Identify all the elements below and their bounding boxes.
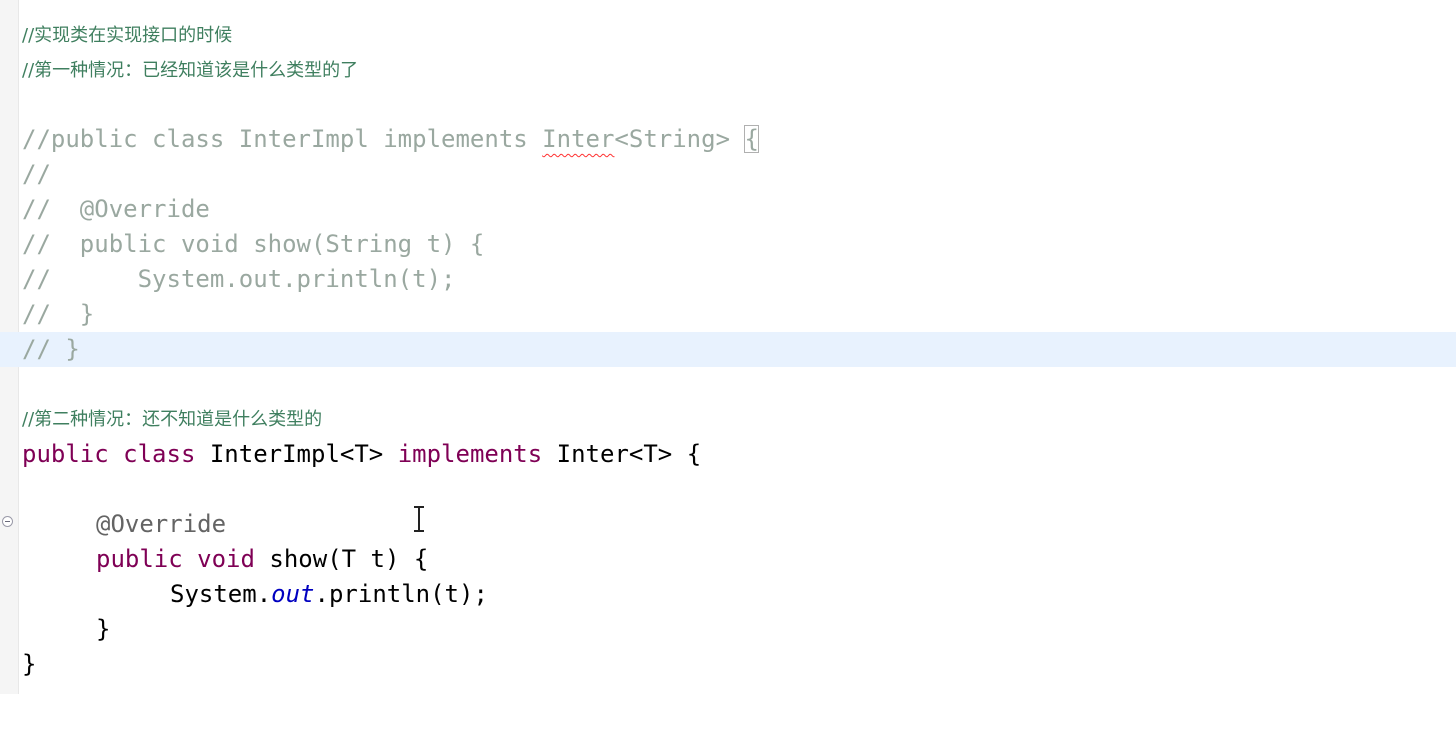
- system-class: System.: [170, 580, 272, 608]
- code-line-13: public class InterImpl<T> implements Int…: [0, 437, 1456, 472]
- method-signature: show(T t) {: [254, 545, 429, 573]
- keyword-public: public: [22, 440, 109, 468]
- class-close-brace: }: [22, 650, 37, 678]
- comment-cjk-3: //第二种情况：还不知道是什么类型的: [22, 409, 323, 430]
- keyword-class: class: [123, 440, 196, 468]
- code-line-1: //实现类在实现接口的时候: [0, 18, 1456, 53]
- code-line-8: // System.out.println(t);: [0, 262, 1456, 297]
- code-line-15: @Override: [0, 507, 1456, 542]
- comment-line: //: [22, 160, 51, 188]
- comment-text-generic: <String>: [614, 125, 745, 153]
- interface-name: Inter<T> {: [542, 440, 702, 468]
- commented-class-declaration: //public class InterImpl implements Inte…: [22, 122, 759, 157]
- comment-line: // public void show(String t) {: [22, 230, 485, 258]
- keyword-implements: implements: [397, 440, 543, 468]
- code-line-10-current: // }: [0, 332, 1456, 367]
- keyword-void: void: [197, 545, 255, 573]
- comment-line: // }: [22, 300, 95, 328]
- comment-cjk-1: //实现类在实现接口的时候: [22, 25, 233, 46]
- code-line-17: System.out.println(t);: [0, 577, 1456, 612]
- class-name: InterImpl<T>: [195, 440, 398, 468]
- text-cursor-icon: [412, 504, 426, 534]
- println-statement: System.out.println(t);: [170, 577, 488, 612]
- error-squiggle-inter: Inter: [542, 125, 615, 153]
- comment-cjk-2: //第一种情况：已经知道该是什么类型的了: [22, 60, 359, 81]
- method-close-brace: }: [96, 615, 111, 643]
- code-line-16: public void show(T t) {: [0, 542, 1456, 577]
- comment-line: // }: [22, 335, 80, 363]
- matching-bracket: {: [744, 125, 759, 153]
- code-line-2: //第一种情况：已经知道该是什么类型的了: [0, 53, 1456, 88]
- comment-line: // System.out.println(t);: [22, 265, 456, 293]
- code-line-7: // public void show(String t) {: [0, 227, 1456, 262]
- code-editor[interactable]: //实现类在实现接口的时候 //第一种情况：已经知道该是什么类型的了 //pub…: [0, 0, 1456, 694]
- comment-line: // @Override: [22, 195, 210, 223]
- code-line-12: //第二种情况：还不知道是什么类型的: [0, 402, 1456, 437]
- class-declaration: public class InterImpl<T> implements Int…: [22, 437, 701, 472]
- annotation-override: @Override: [96, 510, 227, 538]
- code-line-9: // }: [0, 297, 1456, 332]
- static-field-out: out: [271, 580, 315, 608]
- code-line-4: //public class InterImpl implements Inte…: [0, 122, 1456, 157]
- method-declaration: public void show(T t) {: [96, 542, 428, 577]
- code-line-18: }: [0, 612, 1456, 647]
- comment-text: //public class InterImpl implements: [22, 125, 543, 153]
- code-line-19: }: [0, 647, 1456, 682]
- keyword-public: public: [96, 545, 183, 573]
- code-line-5: //: [0, 157, 1456, 192]
- println-call: .println(t);: [314, 580, 488, 608]
- code-line-6: // @Override: [0, 192, 1456, 227]
